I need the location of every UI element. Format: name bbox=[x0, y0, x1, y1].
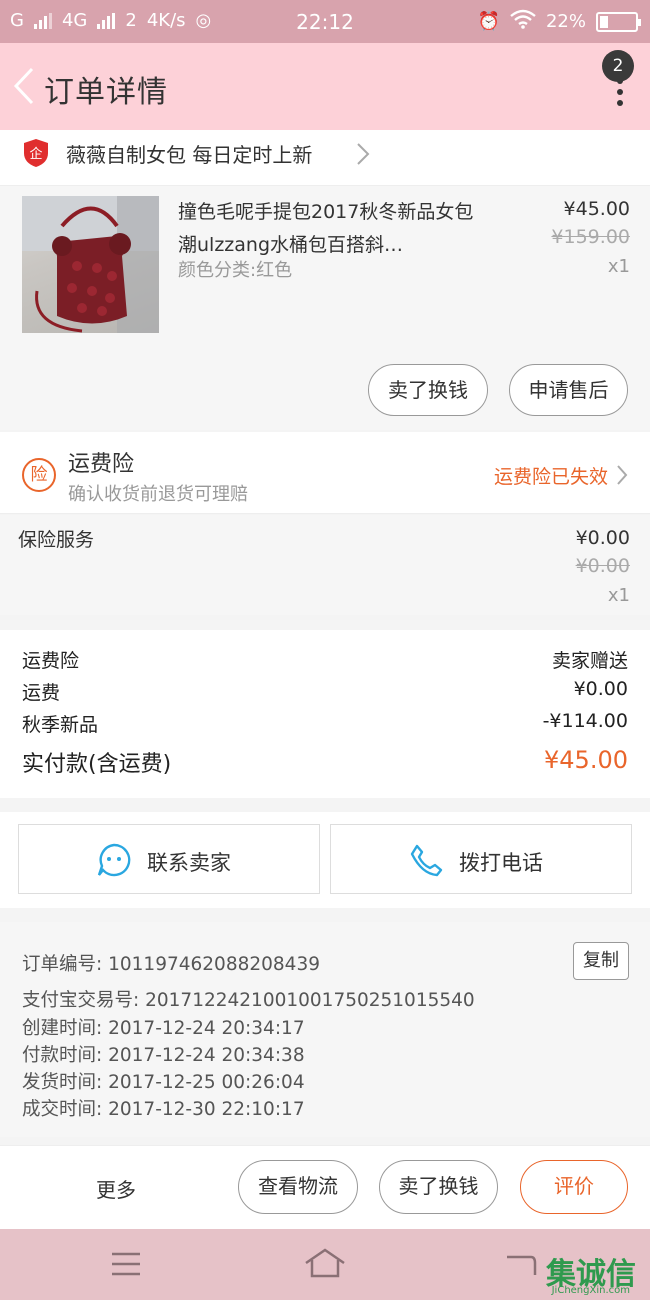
phone-icon bbox=[410, 844, 443, 877]
insurance-title: 运费险 bbox=[68, 452, 135, 477]
view-logistics-button[interactable]: 查看物流 bbox=[238, 1160, 358, 1214]
back-nav-icon[interactable] bbox=[505, 1251, 537, 1277]
svg-text:企: 企 bbox=[29, 146, 42, 162]
review-button[interactable]: 评价 bbox=[520, 1160, 628, 1214]
system-nav-bar: 集诚信 JiChengXin.com bbox=[0, 1229, 650, 1300]
paid-time: 付款时间: 2017-12-24 20:34:38 bbox=[22, 1045, 305, 1066]
fee-value: 卖家赠送 bbox=[551, 650, 628, 672]
total-value: ¥45.00 bbox=[544, 746, 628, 774]
call-button[interactable]: 拨打电话 bbox=[330, 824, 632, 894]
product-price: ¥45.00 bbox=[563, 198, 630, 220]
fee-value: -¥114.00 bbox=[542, 710, 628, 732]
more-menu-icon[interactable] bbox=[614, 78, 626, 108]
back-icon[interactable] bbox=[10, 65, 40, 107]
contact-seller-button[interactable]: 联系卖家 bbox=[18, 824, 320, 894]
product-original-price: ¥159.00 bbox=[551, 226, 630, 248]
sell-button[interactable]: 卖了换钱 bbox=[379, 1160, 498, 1214]
shop-row[interactable]: 企 薇薇自制女包 每日定时上新 bbox=[0, 130, 650, 186]
bottom-action-bar: 更多 查看物流 卖了换钱 评价 bbox=[0, 1145, 650, 1229]
shipped-time: 发货时间: 2017-12-25 00:26:04 bbox=[22, 1072, 305, 1093]
completed-time: 成交时间: 2017-12-30 22:10:17 bbox=[22, 1099, 305, 1120]
insurance-subtitle: 确认收货前退货可理赔 bbox=[68, 484, 248, 505]
insurance-service-item: 保险服务 ¥0.00 ¥0.00 x1 bbox=[0, 515, 650, 615]
fee-row: 运费险 卖家赠送 bbox=[22, 646, 628, 673]
service-price: ¥0.00 bbox=[575, 527, 630, 549]
order-number: 订单编号: 101197462088208439 bbox=[22, 954, 320, 975]
status-bar: G 4G 2 4K/s ◎ 22:12 ⏰ 22% bbox=[0, 0, 650, 43]
created-time: 创建时间: 2017-12-24 20:34:17 bbox=[22, 1018, 305, 1039]
more-button[interactable]: 更多 bbox=[96, 1174, 136, 1203]
chat-bubble-icon bbox=[97, 843, 131, 877]
page-title: 订单详情 bbox=[44, 75, 168, 110]
insurance-icon: 险 bbox=[22, 458, 56, 492]
menu-icon[interactable] bbox=[110, 1251, 142, 1277]
chevron-right-icon bbox=[617, 465, 628, 485]
battery-icon bbox=[596, 11, 641, 32]
watermark-url: JiChengXin.com bbox=[551, 1285, 630, 1296]
fee-label: 秋季新品 bbox=[22, 714, 99, 736]
contact-section: 联系卖家 拨打电话 bbox=[0, 812, 650, 908]
battery-percent: 22% bbox=[545, 11, 586, 32]
home-icon[interactable] bbox=[303, 1247, 347, 1279]
service-quantity: x1 bbox=[607, 585, 630, 606]
copy-button[interactable]: 复制 bbox=[573, 942, 629, 980]
total-label: 实付款(含运费) bbox=[22, 752, 172, 777]
fee-label: 运费 bbox=[22, 682, 61, 704]
product-item[interactable]: 撞色毛呢手提包2017秋冬新品女包潮ulzzang水桶包百搭斜… 颜色分类:红色… bbox=[0, 186, 650, 430]
service-original-price: ¥0.00 bbox=[575, 555, 630, 577]
alipay-number: 支付宝交易号: 2017122421001001750251015540 bbox=[22, 990, 475, 1011]
alarm-icon: ⏰ bbox=[477, 11, 500, 32]
fee-summary: 运费险 卖家赠送 运费 ¥0.00 秋季新品 -¥114.00 实付款(含运费)… bbox=[0, 630, 650, 798]
insurance-status: 运费险已失效 bbox=[493, 466, 608, 488]
total-row: 实付款(含运费) ¥45.00 bbox=[22, 746, 628, 778]
after-sale-button[interactable]: 申请售后 bbox=[509, 364, 628, 416]
chevron-right-icon bbox=[357, 143, 370, 165]
contact-seller-label: 联系卖家 bbox=[147, 851, 231, 875]
product-title[interactable]: 撞色毛呢手提包2017秋冬新品女包潮ulzzang水桶包百搭斜… bbox=[178, 196, 478, 262]
product-quantity: x1 bbox=[607, 256, 630, 277]
header: 订单详情 2 bbox=[0, 43, 650, 130]
sell-again-button[interactable]: 卖了换钱 bbox=[368, 364, 488, 416]
fee-value: ¥0.00 bbox=[573, 678, 628, 700]
shop-name: 薇薇自制女包 每日定时上新 bbox=[66, 143, 313, 167]
shipping-insurance-row[interactable]: 险 运费险 确认收货前退货可理赔 运费险已失效 bbox=[0, 432, 650, 514]
fee-row: 运费 ¥0.00 bbox=[22, 678, 628, 705]
call-label: 拨打电话 bbox=[459, 851, 543, 875]
fee-row: 秋季新品 -¥114.00 bbox=[22, 710, 628, 737]
service-label: 保险服务 bbox=[18, 529, 95, 551]
enterprise-shop-icon: 企 bbox=[24, 139, 48, 167]
product-variant: 颜色分类:红色 bbox=[178, 260, 293, 281]
product-thumbnail[interactable] bbox=[22, 196, 159, 333]
wifi-icon bbox=[510, 9, 536, 34]
fee-label: 运费险 bbox=[22, 650, 80, 672]
notification-badge: 2 bbox=[602, 50, 634, 82]
order-info: 订单编号: 101197462088208439 复制 支付宝交易号: 2017… bbox=[0, 922, 650, 1137]
